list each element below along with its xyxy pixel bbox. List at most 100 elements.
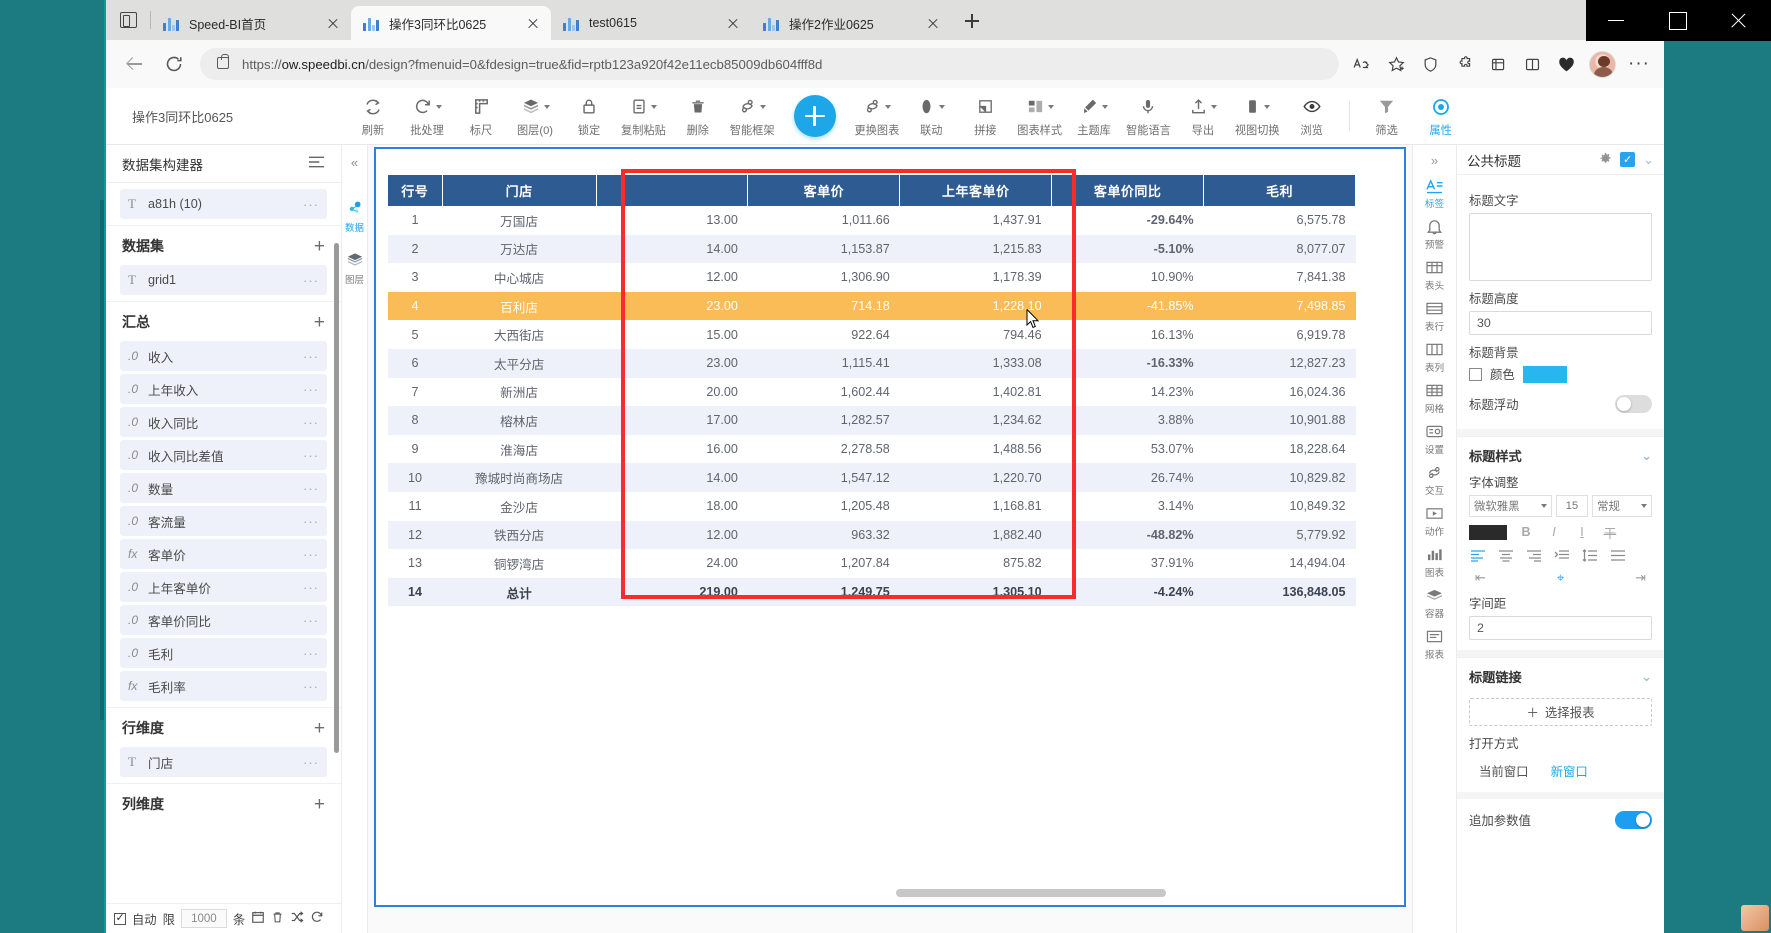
font-family-select[interactable]: 微软雅黑 <box>1469 495 1552 517</box>
indent-icon[interactable] <box>1553 547 1571 563</box>
window-maximize-button[interactable] <box>1647 0 1708 41</box>
desktop-thumbnail[interactable] <box>1741 905 1769 931</box>
field-row[interactable]: T a81h (10) ··· <box>120 189 327 219</box>
back-icon[interactable] <box>116 46 152 82</box>
valign-middle-icon[interactable]: ⌖ <box>1557 570 1564 586</box>
open-current-window-option[interactable]: 当前窗口 <box>1479 762 1529 780</box>
window-minimize-button[interactable] <box>1586 0 1647 41</box>
canvas-horizontal-scrollbar[interactable] <box>896 889 1166 897</box>
field-menu-icon[interactable]: ··· <box>303 349 319 364</box>
dataset-fields-scroll[interactable]: T a81h (10) ··· 数据集 + T grid1 ··· <box>106 183 341 903</box>
url-bar[interactable]: https://ow.speedbi.cn/design?fmenuid=0&f… <box>200 48 1339 80</box>
heart-icon[interactable] <box>1549 47 1583 81</box>
title-link-header[interactable]: 标题链接 ⌄ <box>1457 657 1664 692</box>
field-row[interactable]: fx毛利率··· <box>120 671 327 701</box>
title-float-toggle[interactable] <box>1615 395 1652 413</box>
field-menu-icon[interactable]: ··· <box>303 580 319 595</box>
toolbar-splice[interactable]: 拼接 <box>958 90 1012 143</box>
rail-item-layers[interactable]: 图层 <box>342 252 368 286</box>
rail-item-table-col[interactable]: 表列 <box>1413 340 1457 374</box>
reload-icon[interactable] <box>156 46 192 82</box>
field-row[interactable]: T 门店 ··· <box>120 747 327 777</box>
table-row[interactable]: 12铁西分店12.00963.321,882.40-48.82%5,779.92 <box>388 521 1356 550</box>
align-right-icon[interactable] <box>1525 547 1543 563</box>
strikethrough-icon[interactable]: 干 <box>1601 523 1619 541</box>
field-row[interactable]: .0数量··· <box>120 473 327 503</box>
toolbar-preview[interactable]: 浏览 <box>1285 90 1339 143</box>
field-row[interactable]: .0客单价同比··· <box>120 605 327 635</box>
font-color-swatch[interactable] <box>1469 525 1507 540</box>
field-row[interactable]: .0收入··· <box>120 341 327 371</box>
select-report-button[interactable]: ＋ 选择报表 <box>1469 698 1652 726</box>
color-swatch[interactable] <box>1523 366 1567 383</box>
field-menu-icon[interactable]: ··· <box>303 646 319 661</box>
field-row[interactable]: .0收入同比··· <box>120 407 327 437</box>
field-row[interactable]: .0毛利··· <box>120 638 327 668</box>
tab-close-icon[interactable] <box>321 11 345 35</box>
list-menu-icon[interactable] <box>308 155 325 173</box>
plus-icon[interactable]: + <box>314 719 325 738</box>
table-row[interactable]: 8榕林店17.001,282.571,234.623.88%10,901.88 <box>388 406 1356 435</box>
toolbar-refresh[interactable]: 刷新 <box>346 90 400 143</box>
table-row[interactable]: 4百利店23.00714.181,228.10-41.85%7,498.85 <box>388 292 1356 321</box>
rail-item-report[interactable]: 报表 <box>1413 627 1457 661</box>
rail-item-action[interactable]: 动作 <box>1413 504 1457 538</box>
chevron-down-icon[interactable]: ⌄ <box>1641 669 1652 685</box>
browser-settings-icon[interactable]: ··· <box>1622 47 1656 81</box>
collapse-right-icon[interactable]: » <box>1431 149 1438 176</box>
col-header-qty[interactable] <box>596 175 748 206</box>
shield-icon[interactable] <box>1413 47 1447 81</box>
valign-bottom-icon[interactable]: ⇥ <box>1635 570 1646 586</box>
browser-tab-3[interactable]: 操作2作业0625 <box>751 6 951 40</box>
col-header-profit[interactable]: 毛利 <box>1204 175 1356 206</box>
toolbar-lock[interactable]: 锁定 <box>562 90 616 143</box>
field-row[interactable]: .0上年收入··· <box>120 374 327 404</box>
field-menu-icon[interactable]: ··· <box>303 415 319 430</box>
field-menu-icon[interactable]: ··· <box>303 448 319 463</box>
collections-icon[interactable] <box>1481 47 1515 81</box>
col-header-rowno[interactable]: 行号 <box>388 175 442 206</box>
col-header-yoy[interactable]: 客单价同比 <box>1052 175 1204 206</box>
rail-item-interact[interactable]: 交互 <box>1413 463 1457 497</box>
add-chart-button[interactable] <box>794 95 836 137</box>
field-menu-icon[interactable]: ··· <box>303 547 319 562</box>
toolbar-theme[interactable]: 主题库 <box>1067 90 1121 143</box>
title-text-input[interactable] <box>1469 213 1652 281</box>
col-header-last-price[interactable]: 上年客单价 <box>900 175 1052 206</box>
italic-icon[interactable]: I <box>1545 523 1563 541</box>
rail-item-container[interactable]: 容器 <box>1413 586 1457 620</box>
letter-spacing-input[interactable]: 2 <box>1469 616 1652 640</box>
field-row[interactable]: .0上年客单价··· <box>120 572 327 602</box>
trash-icon[interactable] <box>271 910 284 927</box>
table-row[interactable]: 9淮海店16.002,278.581,488.5653.07%18,228.64 <box>388 435 1356 464</box>
field-menu-icon[interactable]: ··· <box>303 273 319 288</box>
title-bg-checkbox[interactable] <box>1469 368 1482 381</box>
table-row[interactable]: 5大西街店15.00922.64794.4616.13%6,919.78 <box>388 320 1356 349</box>
rail-item-data[interactable]: 数据 <box>342 200 368 234</box>
rail-item-chart[interactable]: 图表 <box>1413 545 1457 579</box>
toolbar-copy-paste[interactable]: 复制粘贴 <box>616 90 671 143</box>
panel-scrollbar[interactable] <box>334 243 339 753</box>
collapse-left-icon[interactable]: « <box>351 151 358 182</box>
font-size-select[interactable]: 15 <box>1556 495 1588 517</box>
gear-icon[interactable] <box>1599 152 1612 168</box>
field-row[interactable]: .0收入同比差值··· <box>120 440 327 470</box>
open-new-window-option[interactable]: 新窗口 <box>1551 762 1588 780</box>
plus-icon[interactable]: + <box>314 237 325 256</box>
refresh-icon[interactable] <box>310 910 324 927</box>
underline-icon[interactable]: I <box>1573 523 1591 541</box>
align-left-icon[interactable] <box>1469 547 1487 563</box>
field-menu-icon[interactable]: ··· <box>303 755 319 770</box>
rail-item-grid[interactable]: 网格 <box>1413 381 1457 415</box>
rail-item-alert[interactable]: 预警 <box>1413 217 1457 251</box>
field-row[interactable]: T grid1 ··· <box>120 265 327 295</box>
align-center-icon[interactable] <box>1497 547 1515 563</box>
table-row[interactable]: 7新洲店20.001,602.441,402.8114.23%16,024.36 <box>388 378 1356 407</box>
rail-item-label[interactable]: 标签 <box>1413 176 1457 210</box>
title-height-input[interactable]: 30 <box>1469 311 1652 335</box>
title-style-header[interactable]: 标题样式 ⌄ <box>1457 436 1664 471</box>
tab-close-icon[interactable] <box>721 11 745 35</box>
chevron-down-icon[interactable]: ⌄ <box>1643 152 1654 168</box>
plus-icon[interactable]: + <box>314 795 325 814</box>
valign-top-icon[interactable]: ⇤ <box>1475 570 1486 586</box>
